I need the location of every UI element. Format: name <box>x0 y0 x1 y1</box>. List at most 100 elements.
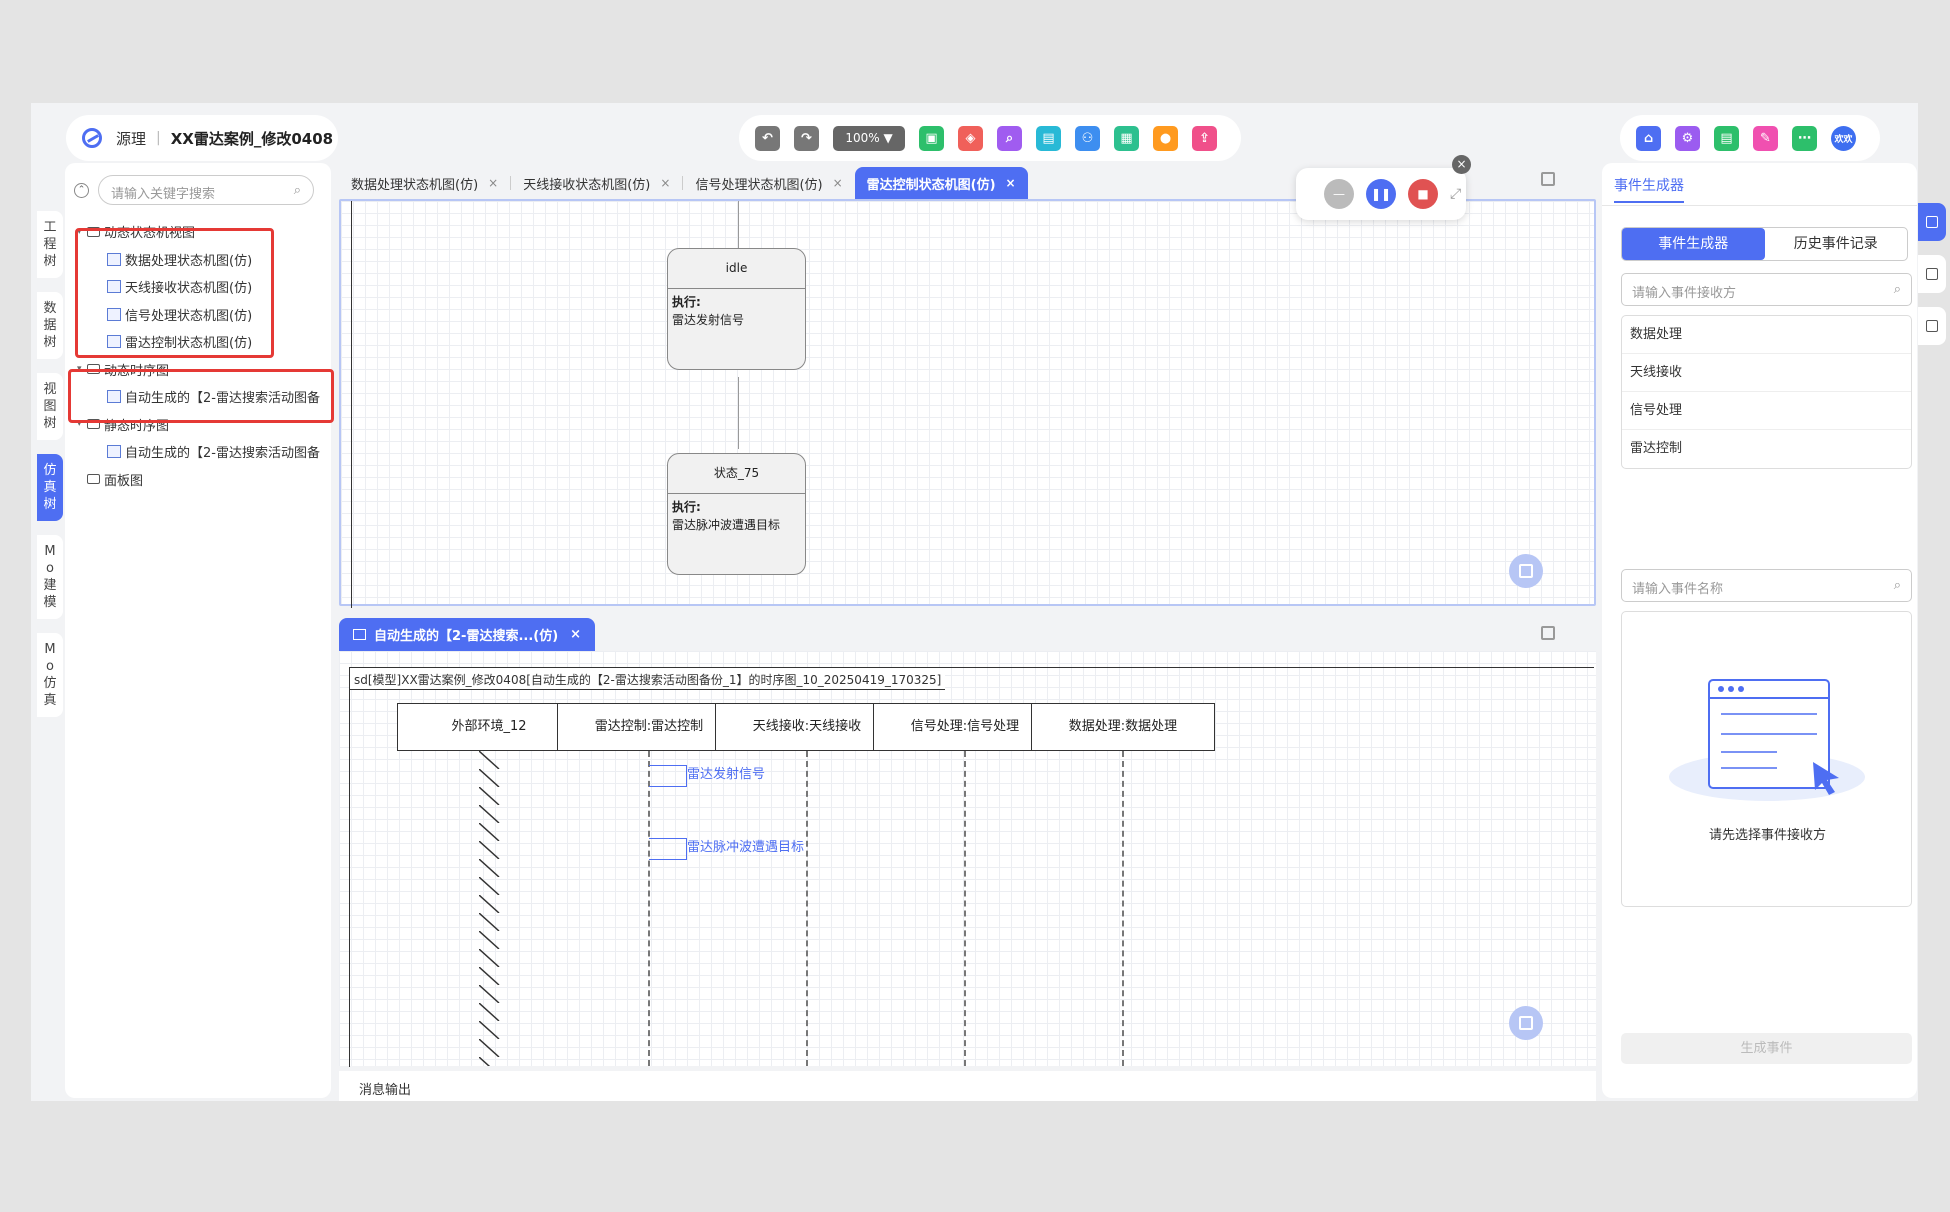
collapse-icon[interactable]: ⌃ <box>74 183 89 198</box>
home-icon[interactable]: ⌂ <box>1636 125 1661 151</box>
tab-event-generator[interactable]: 事件生成器 <box>1622 228 1765 260</box>
self-message[interactable]: 雷达发射信号 <box>649 763 766 787</box>
sequence-frame-label: sd[模型]XX雷达案例_修改0408[自动生成的【2-雷达搜索活动图备份_1】… <box>349 667 946 690</box>
simulation-controls: — ❚❚ ■ ⤢ <box>1296 168 1466 220</box>
tab-antenna-receive[interactable]: 天线接收状态机图(仿) × <box>511 167 682 200</box>
close-icon[interactable]: × <box>1006 176 1016 190</box>
receiver-item[interactable]: 信号处理 <box>1622 392 1911 430</box>
receiver-search-input[interactable]: 请输入事件接收方 ⌕ <box>1621 273 1912 306</box>
canvas-action-button[interactable] <box>1509 1006 1543 1040</box>
message-output-bar[interactable]: 消息输出 <box>339 1071 1596 1101</box>
tab-label: 自动生成的【2-雷达搜索...(仿) <box>374 629 559 644</box>
more-icon[interactable]: ⋯ <box>1792 125 1817 151</box>
tab-project-tree[interactable]: 工 程 树 <box>37 211 63 278</box>
tree-node-label: 自动生成的【2-雷达搜索活动图备 <box>125 446 320 462</box>
event-placeholder: 请输入事件名称 <box>1632 582 1724 597</box>
tab-simulation-tree[interactable]: 仿 真 树 <box>37 454 63 521</box>
user-avatar[interactable]: 欢欢 <box>1831 125 1856 151</box>
package-icon[interactable]: ▤ <box>1036 125 1061 151</box>
empty-state: 请先选择事件接收方 <box>1621 611 1912 907</box>
settings-icon[interactable]: ⚙ <box>1675 125 1700 151</box>
event-generator-panel: 事件生成器 事件生成器 历史事件记录 请输入事件接收方 ⌕ 数据处理 天线接收 … <box>1602 163 1917 1098</box>
receiver-item[interactable]: 天线接收 <box>1622 354 1911 392</box>
maximize-icon[interactable] <box>1541 626 1555 640</box>
tab-radar-control[interactable]: 雷达控制状态机图(仿) × <box>854 166 1028 200</box>
receiver-item[interactable]: 数据处理 <box>1622 316 1911 354</box>
message-label: 雷达发射信号 <box>687 767 766 782</box>
close-icon[interactable]: × <box>570 627 581 642</box>
frame-border <box>349 667 350 1067</box>
canvas-action-button[interactable] <box>1509 554 1543 588</box>
export-icon[interactable]: ⇪ <box>1192 125 1217 151</box>
redo-icon[interactable]: ↷ <box>794 125 819 151</box>
tab-history[interactable]: 历史事件记录 <box>1765 228 1908 260</box>
table-icon[interactable]: ▦ <box>1114 125 1139 151</box>
state-action-label: 执行: <box>672 500 701 514</box>
lifeline-data[interactable]: 数据处理:数据处理 <box>1031 703 1215 751</box>
tab-view-tree[interactable]: 视 图 树 <box>37 373 63 440</box>
share-icon[interactable]: ⚇ <box>1075 125 1100 151</box>
state-idle[interactable]: idle 执行: 雷达发射信号 <box>667 248 806 370</box>
tab-label: 数据处理状态机图(仿) <box>351 177 479 193</box>
chat-icon[interactable]: ● <box>1153 125 1178 151</box>
highlight-box-state-machines <box>75 228 274 358</box>
tab-data-tree[interactable]: 数 据 树 <box>37 292 63 359</box>
lifeline-external[interactable]: 外部环境_12 <box>397 703 581 751</box>
expand-icon[interactable]: ⤢ <box>1450 186 1461 202</box>
tab-label: 天线接收状态机图(仿) <box>523 177 651 193</box>
app-window: 源理 | XX雷达案例_修改0408 ↶ ↷ 100% ▼ ▣ ◈ ⌕ ▤ ⚇ … <box>31 103 1946 1101</box>
message-output-label: 消息输出 <box>359 1083 412 1098</box>
lifeline-dash <box>964 751 966 1066</box>
receiver-item[interactable]: 雷达控制 <box>1622 430 1911 468</box>
diagram-frame-edge <box>351 201 352 608</box>
mode-switch: 事件生成器 历史事件记录 <box>1621 227 1908 261</box>
app-logo-icon <box>82 128 102 148</box>
sequence-diagram-icon <box>107 445 121 459</box>
close-icon[interactable]: × <box>833 176 843 190</box>
lifeline-radar-control[interactable]: 雷达控制:雷达控制 <box>557 703 741 751</box>
generate-event-button[interactable]: 生成事件 <box>1621 1033 1912 1064</box>
sequence-canvas[interactable]: sd[模型]XX雷达案例_修改0408[自动生成的【2-雷达搜索活动图备份_1】… <box>339 651 1596 1067</box>
search-model-icon[interactable]: ⌕ <box>997 125 1022 151</box>
tab-mo-modeling[interactable]: M o 建 模 <box>37 535 63 619</box>
self-message[interactable]: 雷达脉冲波遭遇目标 <box>649 836 804 860</box>
edge-tab-monitor[interactable] <box>1918 307 1946 345</box>
simulation-close-button[interactable]: × <box>1452 155 1471 174</box>
step-button[interactable]: — <box>1324 179 1354 209</box>
tab-signal-processing[interactable]: 信号处理状态机图(仿) × <box>683 167 854 200</box>
tab-label: 雷达控制状态机图(仿) <box>866 177 996 193</box>
undo-icon[interactable]: ↶ <box>755 125 780 151</box>
fit-screen-icon[interactable]: ▣ <box>919 125 944 151</box>
state-75[interactable]: 状态_75 执行: 雷达脉冲波遭遇目标 <box>667 453 806 575</box>
lifeline-dash <box>1122 751 1124 1066</box>
close-icon[interactable]: × <box>660 176 670 190</box>
tree-node-panel-views[interactable]: 面板图 <box>65 466 331 494</box>
tree-search-input[interactable]: 请输入关键字搜索 ⌕ <box>98 175 314 205</box>
maximize-icon[interactable] <box>1541 172 1555 186</box>
tab-mo-simulation[interactable]: M o 仿 真 <box>37 633 63 717</box>
document-icon[interactable]: ▤ <box>1714 125 1739 151</box>
lifeline-antenna[interactable]: 天线接收:天线接收 <box>715 703 899 751</box>
self-message-arrow <box>649 838 687 860</box>
zoom-select[interactable]: 100% ▼ <box>833 125 905 151</box>
edit-icon[interactable]: ✎ <box>1753 125 1778 151</box>
sequence-diagram-icon <box>353 629 366 640</box>
stop-button[interactable]: ■ <box>1408 179 1438 209</box>
tree-node-auto-sequence-static[interactable]: 自动生成的【2-雷达搜索活动图备 <box>65 438 331 466</box>
edge-tab-variables[interactable] <box>1918 255 1946 293</box>
edge-tab-event[interactable] <box>1918 203 1946 241</box>
event-name-input[interactable]: 请输入事件名称 ⌕ <box>1621 569 1912 602</box>
lifeline-signal[interactable]: 信号处理:信号处理 <box>873 703 1057 751</box>
event-icon <box>1926 216 1938 228</box>
copy-icon <box>1519 1016 1533 1030</box>
close-icon[interactable]: × <box>488 176 498 190</box>
folder-icon <box>87 474 100 485</box>
panel-title[interactable]: 事件生成器 <box>1614 175 1684 203</box>
state-action-label: 执行: <box>672 295 701 309</box>
tab-sequence-diagram[interactable]: 自动生成的【2-雷达搜索...(仿) × <box>339 618 595 651</box>
state-name: 状态_75 <box>668 454 805 494</box>
state-machine-canvas[interactable] <box>339 199 1596 608</box>
tab-data-processing[interactable]: 数据处理状态机图(仿) × <box>339 167 510 200</box>
layers-icon[interactable]: ◈ <box>958 125 983 151</box>
pause-button[interactable]: ❚❚ <box>1366 179 1396 209</box>
